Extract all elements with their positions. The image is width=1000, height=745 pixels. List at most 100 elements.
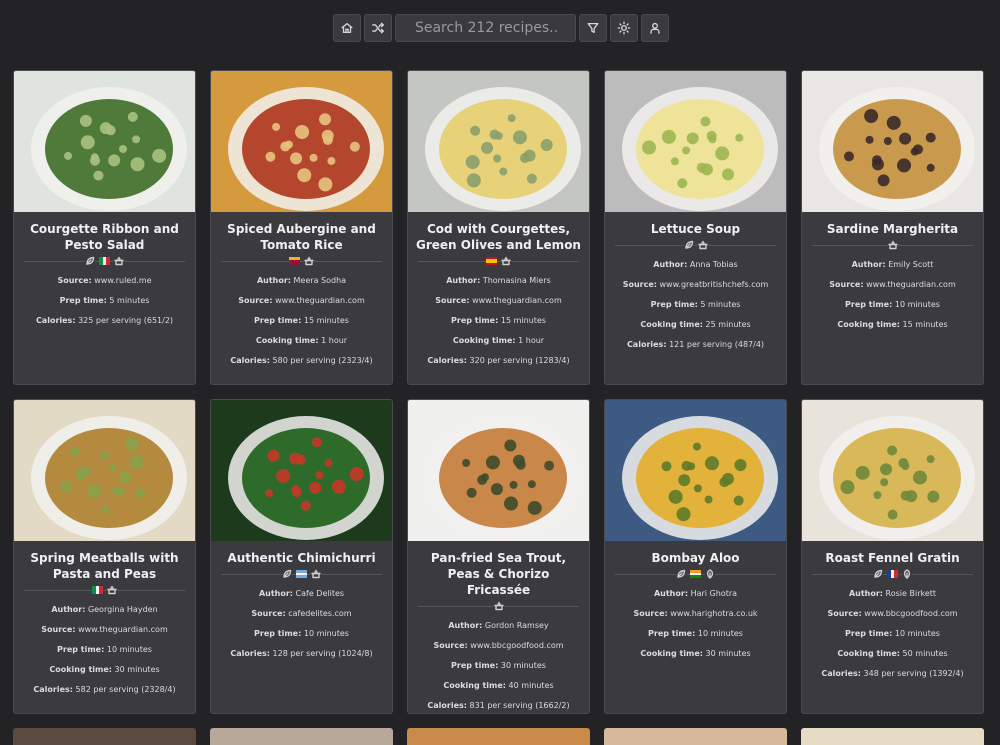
source-line[interactable]: Source: cafedelites.com: [211, 609, 392, 619]
author-line: Author: Meera Sodha: [211, 276, 392, 286]
recipe-card[interactable]: Authentic Chimichurri Author: Cafe Delite…: [210, 399, 393, 714]
author-line-value: Meera Sodha: [293, 276, 347, 285]
source-line-label: Source:: [827, 609, 862, 618]
recipe-photo[interactable]: [211, 71, 392, 212]
prep-time-line-value: 10 minutes: [697, 629, 743, 638]
author-line-label: Author:: [653, 589, 689, 598]
recipe-card[interactable]: Bombay Aloo Author: Hari Ghotra Source: ww…: [604, 399, 787, 714]
source-line-label: Source:: [622, 280, 657, 289]
search-input[interactable]: [395, 14, 576, 42]
leaf-icon: [282, 569, 292, 579]
recipe-title[interactable]: Cod with Courgettes, Green Olives and Le…: [408, 212, 589, 253]
recipe-photo[interactable]: [14, 400, 195, 541]
recipe-meta: Author: Thomasina Miers Source: www.thegu…: [408, 276, 589, 366]
account-button[interactable]: [641, 14, 669, 42]
author-line: Author: Thomasina Miers: [408, 276, 589, 286]
recipe-title[interactable]: Pan-fried Sea Trout, Peas & Chorizo Fric…: [408, 541, 589, 598]
recipe-photo[interactable]: [605, 71, 786, 212]
recipe-card[interactable]: Courgette Ribbon and Pesto Salad Source: …: [13, 70, 196, 385]
recipe-title[interactable]: Spiced Aubergine and Tomato Rice: [211, 212, 392, 253]
shuffle-button[interactable]: [364, 14, 392, 42]
calories-line-value: 320 per serving (1283/4): [469, 356, 570, 365]
author-line-value: Cafe Delites: [295, 589, 345, 598]
cooking-time-line-value: 50 minutes: [902, 649, 948, 658]
recipe-card[interactable]: Sardine Margherita Author: Emily Scott Sou…: [801, 70, 984, 385]
calories-line-label: Calories:: [35, 316, 76, 325]
source-line[interactable]: Source: www.ruled.me: [14, 276, 195, 286]
author-line-label: Author:: [448, 621, 483, 630]
recipe-card-partial[interactable]: [801, 728, 984, 745]
cooking-time-line: Cooking time: 40 minutes: [408, 681, 589, 691]
recipe-title[interactable]: Authentic Chimichurri: [211, 541, 392, 566]
recipe-meta: Author: Meera Sodha Source: www.theguardi…: [211, 276, 392, 366]
recipe-photo[interactable]: [802, 71, 983, 212]
recipe-title[interactable]: Lettuce Soup: [605, 212, 786, 237]
recipe-photo[interactable]: [408, 71, 589, 212]
recipe-card[interactable]: Cod with Courgettes, Green Olives and Le…: [407, 70, 590, 385]
recipe-tags: [211, 256, 392, 266]
source-line[interactable]: Source: www.theguardian.com: [408, 296, 589, 306]
cooking-time-line-label: Cooking time:: [49, 665, 112, 674]
calories-line: Calories: 582 per serving (2328/4): [14, 685, 195, 695]
recipe-photo[interactable]: [408, 400, 589, 541]
cooking-time-line-label: Cooking time:: [837, 320, 900, 329]
cooking-pot-icon: [107, 585, 117, 595]
source-line[interactable]: Source: www.theguardian.com: [211, 296, 392, 306]
prep-time-line: Prep time: 10 minutes: [14, 645, 195, 655]
prep-time-line-label: Prep time:: [57, 645, 105, 654]
recipe-card[interactable]: Pan-fried Sea Trout, Peas & Chorizo Fric…: [407, 399, 590, 714]
recipe-photo[interactable]: [211, 400, 392, 541]
author-line: Author: Gordon Ramsey: [408, 621, 589, 631]
recipe-photo[interactable]: [605, 400, 786, 541]
source-line[interactable]: Source: www.theguardian.com: [14, 625, 195, 635]
recipe-card[interactable]: Lettuce Soup Author: Anna Tobias Source: w…: [604, 70, 787, 385]
prep-time-line-label: Prep time:: [845, 629, 893, 638]
recipe-card[interactable]: Spiced Aubergine and Tomato Rice Author: …: [210, 70, 393, 385]
recipe-card-partial[interactable]: [210, 728, 393, 745]
prep-time-line: Prep time: 10 minutes: [802, 629, 983, 639]
calories-line: Calories: 348 per serving (1392/4): [802, 669, 983, 679]
cooking-time-line-value: 25 minutes: [705, 320, 751, 329]
recipe-card-partial[interactable]: [407, 728, 590, 745]
recipe-photo[interactable]: [802, 400, 983, 541]
cooking-pot-icon: [304, 256, 314, 266]
calories-line-value: 348 per serving (1392/4): [863, 669, 964, 678]
cooking-time-line-label: Cooking time:: [443, 681, 506, 690]
recipe-title[interactable]: Courgette Ribbon and Pesto Salad: [14, 212, 195, 253]
recipe-photo[interactable]: [14, 71, 195, 212]
recipe-title[interactable]: Bombay Aloo: [605, 541, 786, 566]
author-line-value: Gordon Ramsey: [484, 621, 549, 630]
cooking-time-line-value: 15 minutes: [902, 320, 948, 329]
home-button[interactable]: [333, 14, 361, 42]
cooking-pot-icon: [311, 569, 321, 579]
source-line[interactable]: Source: www.theguardian.com: [802, 280, 983, 290]
recipe-title[interactable]: Roast Fennel Gratin: [802, 541, 983, 566]
source-line[interactable]: Source: www.greatbritishchefs.com: [605, 280, 786, 290]
prep-time-line-value: 15 minutes: [303, 316, 349, 325]
source-line[interactable]: Source: www.harighotra.co.uk: [605, 609, 786, 619]
recipe-card-partial[interactable]: [13, 728, 196, 745]
theme-toggle-button[interactable]: [610, 14, 638, 42]
recipe-title[interactable]: Spring Meatballs with Pasta and Peas: [14, 541, 195, 582]
prep-time-line: Prep time: 30 minutes: [408, 661, 589, 671]
source-line-value: www.bbcgoodfood.com: [470, 641, 564, 650]
recipe-tags: [605, 569, 786, 579]
recipe-card-partial[interactable]: [604, 728, 787, 745]
recipe-card[interactable]: Roast Fennel Gratin Author: Rosie Birkett…: [801, 399, 984, 714]
recipe-meta: Source: www.ruled.me Prep time: 5 minutes…: [14, 276, 195, 326]
recipe-title[interactable]: Sardine Margherita: [802, 212, 983, 237]
prep-time-line: Prep time: 10 minutes: [211, 629, 392, 639]
source-line-value: www.theguardian.com: [275, 296, 365, 305]
source-line[interactable]: Source: www.bbcgoodfood.com: [408, 641, 589, 651]
recipe-tags: [14, 585, 195, 595]
cooking-time-line-label: Cooking time:: [640, 649, 703, 658]
flag-ar-icon: [296, 570, 307, 579]
recipe-meta: Author: Emily Scott Source: www.theguardi…: [802, 260, 983, 330]
flag-lk-icon: [289, 257, 300, 266]
recipe-tags: [605, 240, 786, 250]
cooking-time-line: Cooking time: 50 minutes: [802, 649, 983, 659]
recipe-card[interactable]: Spring Meatballs with Pasta and Peas Auth…: [13, 399, 196, 714]
filter-button[interactable]: [579, 14, 607, 42]
source-line[interactable]: Source: www.bbcgoodfood.com: [802, 609, 983, 619]
flag-es-icon: [486, 257, 497, 265]
